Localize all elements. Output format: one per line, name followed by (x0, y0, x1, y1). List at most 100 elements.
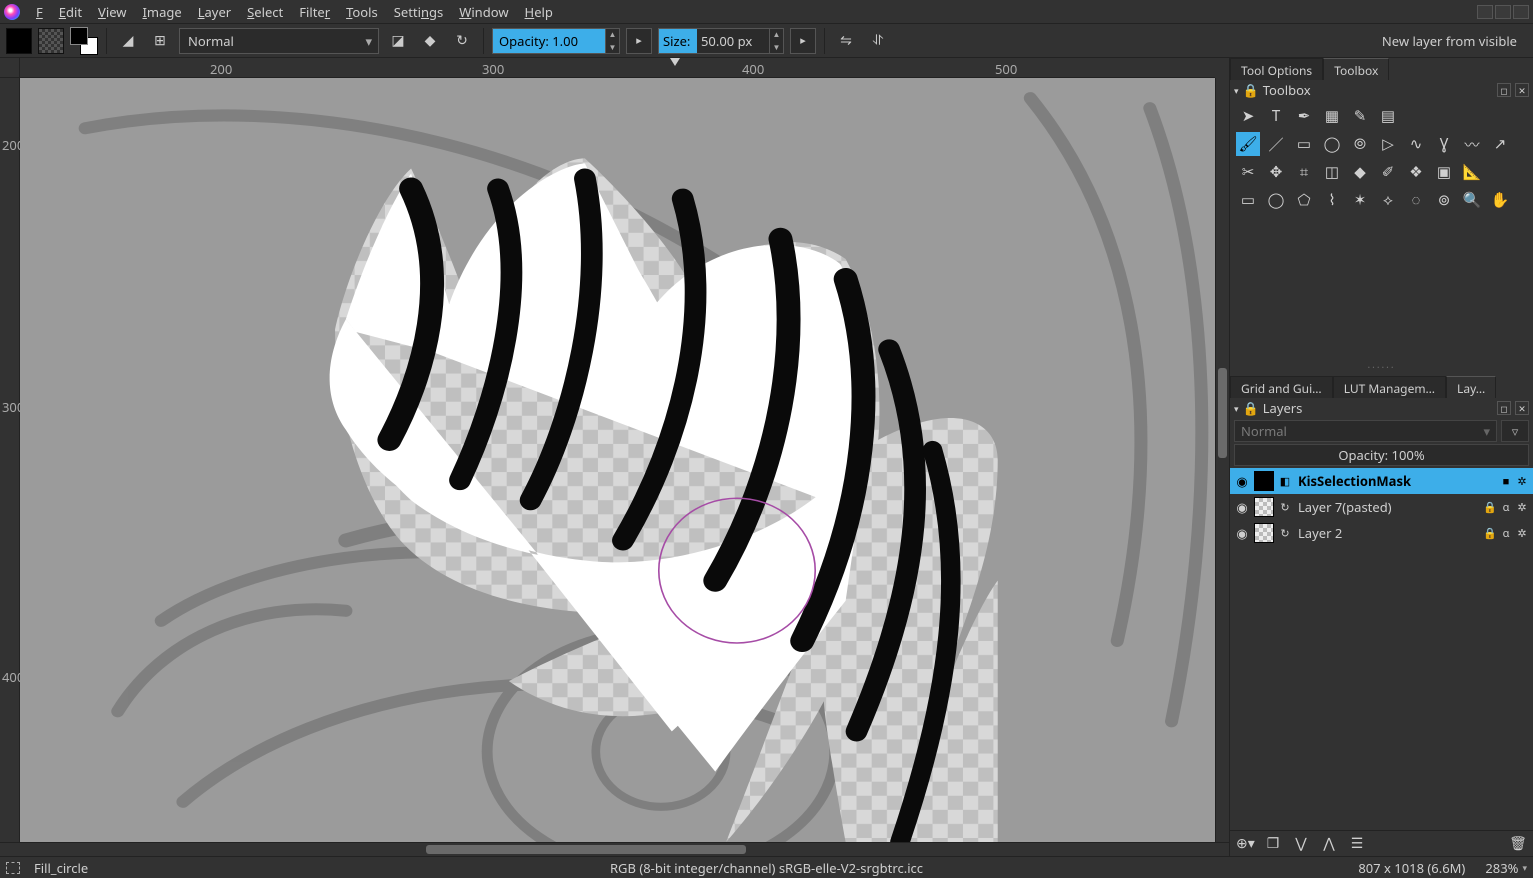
tool-rect[interactable]: ▭ (1292, 132, 1316, 156)
layer-name[interactable]: Layer 2 (1296, 524, 1479, 542)
tool-freehand[interactable]: Ɣ (1432, 132, 1456, 156)
close-docker-icon[interactable]: ✕ (1515, 401, 1529, 415)
layer-name[interactable]: KisSelectionMask (1296, 472, 1495, 490)
ruler-horizontal[interactable]: 200 300 400 500 (20, 58, 1215, 78)
menu-tools[interactable]: Tools (338, 1, 386, 23)
lock-icon[interactable]: 🔒 (1483, 526, 1497, 540)
tool-smart-fill[interactable]: ❖ (1404, 160, 1428, 184)
layer-row[interactable]: ◉ ◧ KisSelectionMask ■✲ (1230, 468, 1533, 494)
layer-row[interactable]: ◉ ↻ Layer 2 🔒α✲ (1230, 520, 1533, 546)
size-up-icon[interactable]: ▲ (770, 28, 783, 41)
tool-assistant[interactable]: ▣ (1432, 160, 1456, 184)
tool-text[interactable]: T (1264, 104, 1288, 128)
tool-bezier[interactable]: ∿ (1404, 132, 1428, 156)
brush-editor-icon[interactable]: ⊞ (147, 28, 173, 54)
layer-filter-icon[interactable]: ▿ (1501, 420, 1529, 442)
tool-poly-select[interactable]: ⬠ (1292, 188, 1316, 212)
menu-edit[interactable]: Edit (51, 1, 90, 23)
layer-name[interactable]: Layer 7(pasted) (1296, 498, 1479, 516)
layer-blend-select[interactable]: Normal (1234, 420, 1497, 442)
alpha-icon[interactable]: α (1499, 500, 1513, 514)
gradient-swatch[interactable] (6, 28, 32, 54)
tool-similar-select[interactable]: ⟡ (1376, 188, 1400, 212)
visibility-icon[interactable]: ◉ (1234, 472, 1250, 490)
menu-window[interactable]: Window (451, 1, 516, 23)
tool-zoom[interactable]: 🔍 (1460, 188, 1484, 212)
tool-calligraphy[interactable]: ✒ (1292, 104, 1316, 128)
layer-thumb[interactable] (1254, 471, 1274, 491)
close-docker-icon[interactable]: ✕ (1515, 83, 1529, 97)
collapse-icon[interactable]: ▾ (1234, 84, 1239, 97)
tool-multibrush[interactable]: ↗ (1488, 132, 1512, 156)
mirror-v-icon[interactable]: ⥯ (865, 28, 891, 54)
opacity-up-icon[interactable]: ▲ (606, 28, 619, 41)
eraser-toggle-icon[interactable]: ◪ (385, 28, 411, 54)
tab-layers[interactable]: Lay… (1446, 376, 1496, 398)
tab-toolbox[interactable]: Toolbox (1323, 58, 1389, 80)
docker-splitter-icon[interactable]: ······ (1367, 360, 1395, 374)
layer-thumb[interactable] (1254, 523, 1274, 543)
move-down-icon[interactable]: ⋁ (1292, 834, 1310, 853)
tool-deform[interactable]: ✎ (1348, 104, 1372, 128)
reload-preset-icon[interactable]: ↻ (449, 28, 475, 54)
menu-view[interactable]: View (90, 1, 134, 23)
tool-contiguous-select[interactable]: ✶ (1348, 188, 1372, 212)
lock-icon[interactable]: 🔒 (1483, 500, 1497, 514)
layer-thumb[interactable] (1254, 497, 1274, 517)
tool-pan[interactable]: ✋ (1488, 188, 1512, 212)
alpha-icon[interactable]: α (1499, 526, 1513, 540)
menu-layer[interactable]: Layer (190, 1, 239, 23)
pattern-swatch[interactable] (38, 28, 64, 54)
size-slider[interactable]: Size: 50.00 px ▲▼ (658, 28, 784, 54)
tool-pattern-edit[interactable]: ▦ (1320, 104, 1344, 128)
float-docker-icon[interactable]: ◻ (1497, 83, 1511, 97)
menu-settings[interactable]: Settings (386, 1, 452, 23)
fg-color-swatch[interactable] (70, 27, 88, 45)
tool-dyna[interactable]: 〰 (1460, 132, 1484, 156)
move-up-icon[interactable]: ⋀ (1320, 834, 1338, 853)
duplicate-layer-icon[interactable]: ❐ (1264, 834, 1282, 853)
tab-lut-management[interactable]: LUT Managem… (1333, 376, 1446, 398)
tool-gradient-edit[interactable]: ▤ (1376, 104, 1400, 128)
menu-filter[interactable]: Filter (291, 1, 338, 23)
opacity-next-icon[interactable]: ▸ (626, 28, 652, 54)
size-next-icon[interactable]: ▸ (790, 28, 816, 54)
window-close-icon[interactable] (1513, 5, 1529, 19)
tool-polyline[interactable]: ⦾ (1348, 132, 1372, 156)
tool-line[interactable]: ／ (1264, 132, 1288, 156)
size-down-icon[interactable]: ▼ (770, 41, 783, 54)
ruler-vertical[interactable]: 200 300 400 (0, 78, 20, 842)
status-zoom[interactable]: 283% (1485, 859, 1527, 877)
tool-measure[interactable]: 📐 (1460, 160, 1484, 184)
add-layer-icon[interactable]: ⊕▾ (1236, 834, 1254, 853)
brush-preset-icon[interactable]: ◢ (115, 28, 141, 54)
opacity-down-icon[interactable]: ▼ (606, 41, 619, 54)
layer-opacity-slider[interactable]: Opacity: 100% (1234, 444, 1529, 466)
layer-properties-icon[interactable]: ☰ (1348, 834, 1366, 853)
tool-cursor[interactable]: ➤ (1236, 104, 1260, 128)
mirror-h-icon[interactable]: ⇋ (833, 28, 859, 54)
ruler-origin[interactable] (0, 58, 20, 78)
menu-image[interactable]: Image (135, 1, 190, 23)
tool-ellipse-select[interactable]: ◯ (1264, 188, 1288, 212)
tool-rect-select[interactable]: ▭ (1236, 188, 1260, 212)
settings-icon[interactable]: ✲ (1515, 474, 1529, 488)
visibility-icon[interactable]: ◉ (1234, 524, 1250, 542)
menu-file[interactable]: F (28, 1, 51, 23)
layer-list[interactable]: ◉ ◧ KisSelectionMask ■✲ ◉ ↻ Layer 7(past… (1230, 468, 1533, 546)
opacity-slider[interactable]: Opacity: 1.00 ▲▼ (492, 28, 620, 54)
float-docker-icon[interactable]: ◻ (1497, 401, 1511, 415)
horizontal-scrollbar[interactable] (20, 843, 1215, 856)
tool-bezier-select[interactable]: ◌ (1404, 188, 1428, 212)
delete-layer-icon[interactable]: 🗑 (1509, 834, 1527, 853)
blend-mode-select[interactable]: Normal (179, 28, 379, 54)
window-max-icon[interactable] (1495, 5, 1511, 19)
tool-transform[interactable]: ⌗ (1292, 160, 1316, 184)
tool-crop[interactable]: ✂ (1236, 160, 1260, 184)
tool-magnetic-select[interactable]: ⊚ (1432, 188, 1456, 212)
tab-grid-guides[interactable]: Grid and Gui… (1230, 376, 1333, 398)
tool-fill[interactable]: ◆ (1348, 160, 1372, 184)
tool-perspective[interactable]: ◫ (1320, 160, 1344, 184)
tool-move[interactable]: ✥ (1264, 160, 1288, 184)
fg-bg-color[interactable] (70, 27, 98, 55)
